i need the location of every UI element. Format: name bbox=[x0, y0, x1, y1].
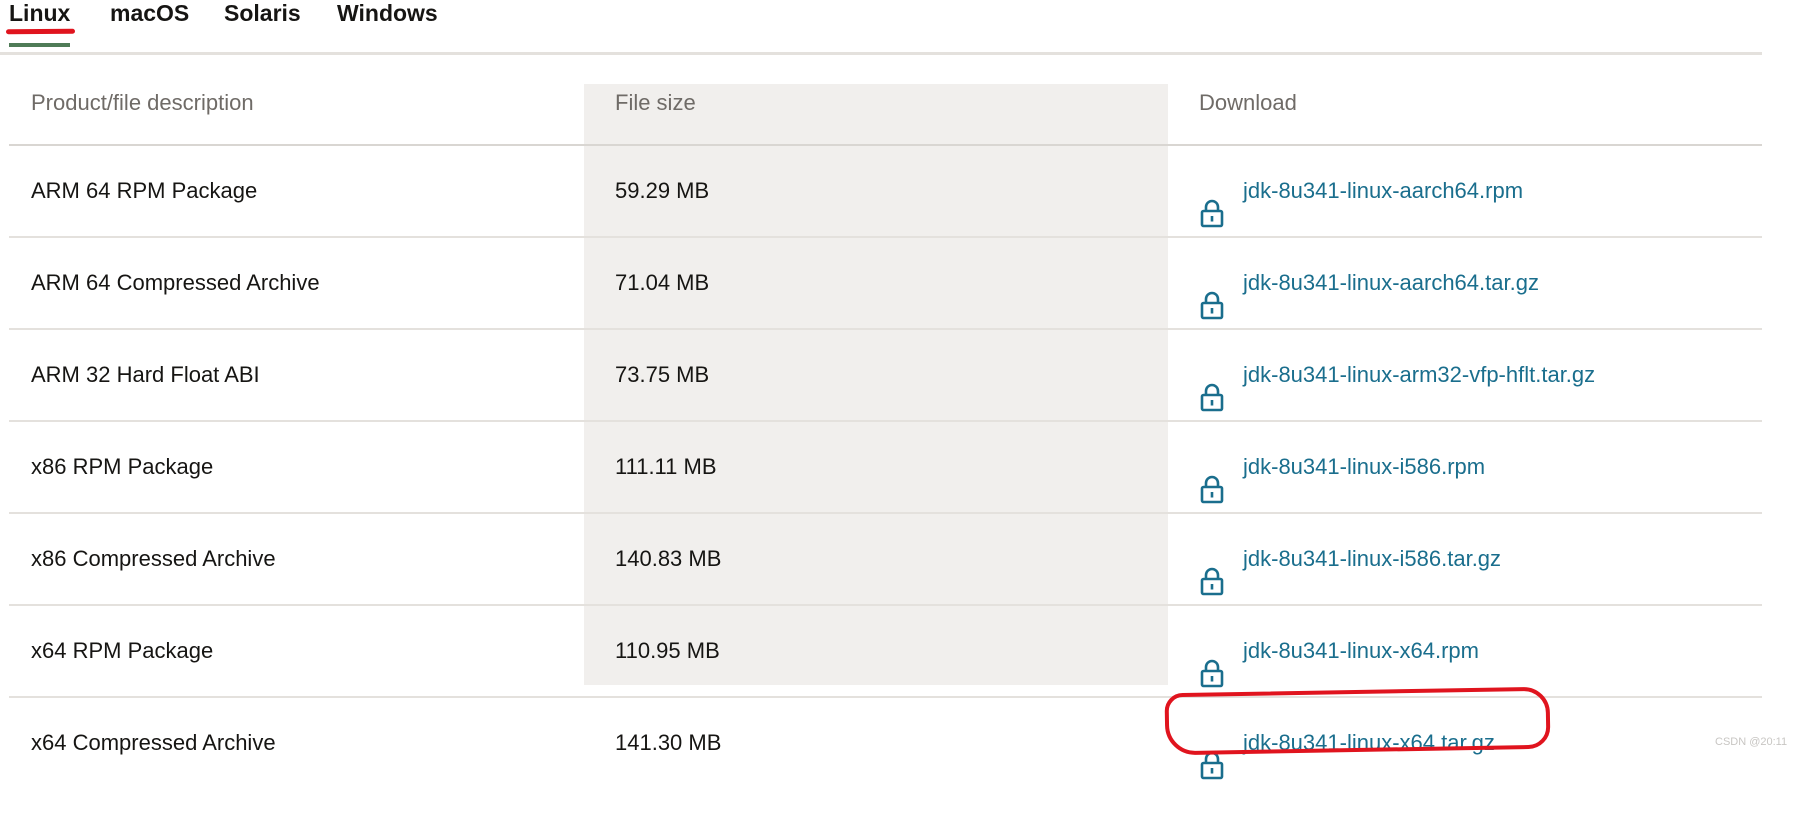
table-row: x86 RPM Package 111.11 MB jdk-8u341-linux-… bbox=[9, 422, 1762, 514]
row-description: x86 Compressed Archive bbox=[31, 546, 276, 571]
annotation-circle bbox=[1164, 686, 1551, 756]
row-description: ARM 64 RPM Package bbox=[31, 178, 258, 203]
tab-linux[interactable]: Linux bbox=[9, 0, 71, 47]
table-row: x86 Compressed Archive 140.83 MB jdk-8u341… bbox=[9, 514, 1762, 606]
tab-solaris[interactable]: Solaris bbox=[224, 0, 301, 27]
row-file-size: 110.95 MB bbox=[615, 638, 720, 663]
tab-windows[interactable]: Windows bbox=[337, 0, 438, 27]
header-file-size: File size bbox=[615, 90, 696, 115]
row-file-size: 111.11 MB bbox=[615, 454, 717, 479]
header-download: Download bbox=[1199, 90, 1297, 115]
download-link[interactable]: jdk-8u341-linux-i586.rpm bbox=[1199, 422, 1485, 512]
download-filename[interactable]: jdk-8u341-linux-x64.rpm bbox=[1243, 606, 1479, 696]
row-description: x64 Compressed Archive bbox=[31, 730, 276, 755]
lock-icon bbox=[1199, 360, 1225, 412]
downloads-table: Product/file description File size Downl… bbox=[9, 62, 1762, 788]
table-row: ARM 64 RPM Package 59.29 MB jdk-8u341-linu… bbox=[9, 146, 1762, 238]
row-file-size: 59.29 MB bbox=[615, 178, 710, 203]
table-row: x64 RPM Package 110.95 MB jdk-8u341-linux-… bbox=[9, 606, 1762, 698]
watermark: CSDN @20:11 bbox=[1715, 736, 1788, 748]
table-row: ARM 64 Compressed Archive 71.04 MB jdk-8u3… bbox=[9, 238, 1762, 330]
row-description: x64 RPM Package bbox=[31, 638, 214, 663]
download-link[interactable]: jdk-8u341-linux-x64.rpm bbox=[1199, 606, 1479, 696]
download-filename[interactable]: jdk-8u341-linux-i586.rpm bbox=[1243, 422, 1485, 512]
download-filename[interactable]: jdk-8u341-linux-aarch64.tar.gz bbox=[1243, 238, 1539, 328]
row-file-size: 141.30 MB bbox=[615, 730, 722, 755]
row-file-size: 71.04 MB bbox=[615, 270, 710, 295]
lock-icon bbox=[1199, 544, 1225, 596]
lock-icon bbox=[1199, 268, 1225, 320]
download-link[interactable]: jdk-8u341-linux-i586.tar.gz bbox=[1199, 514, 1501, 604]
download-link[interactable]: jdk-8u341-linux-aarch64.tar.gz bbox=[1199, 238, 1539, 328]
download-filename[interactable]: jdk-8u341-linux-arm32-vfp-hflt.tar.gz bbox=[1243, 330, 1595, 420]
row-file-size: 73.75 MB bbox=[615, 362, 710, 387]
table-row: ARM 32 Hard Float ABI 73.75 MB jdk-8u341-l… bbox=[9, 330, 1762, 422]
tab-macos[interactable]: macOS bbox=[110, 0, 189, 27]
lock-icon bbox=[1199, 636, 1225, 688]
annotation-underline bbox=[5, 28, 76, 35]
download-filename[interactable]: jdk-8u341-linux-i586.tar.gz bbox=[1243, 514, 1501, 604]
download-filename[interactable]: jdk-8u341-linux-aarch64.rpm bbox=[1243, 146, 1523, 236]
lock-icon bbox=[1199, 176, 1225, 228]
header-description: Product/file description bbox=[31, 90, 254, 115]
row-description: ARM 32 Hard Float ABI bbox=[31, 362, 260, 387]
table-header: Product/file description File size Downl… bbox=[9, 62, 1762, 146]
lock-icon bbox=[1199, 452, 1225, 504]
row-description: ARM 64 Compressed Archive bbox=[31, 270, 320, 295]
row-description: x86 RPM Package bbox=[31, 454, 214, 479]
download-link[interactable]: jdk-8u341-linux-arm32-vfp-hflt.tar.gz bbox=[1199, 330, 1595, 420]
os-tabs: Linux macOS Solaris Windows bbox=[0, 0, 1762, 55]
row-file-size: 140.83 MB bbox=[615, 546, 722, 571]
download-link[interactable]: jdk-8u341-linux-aarch64.rpm bbox=[1199, 146, 1523, 236]
